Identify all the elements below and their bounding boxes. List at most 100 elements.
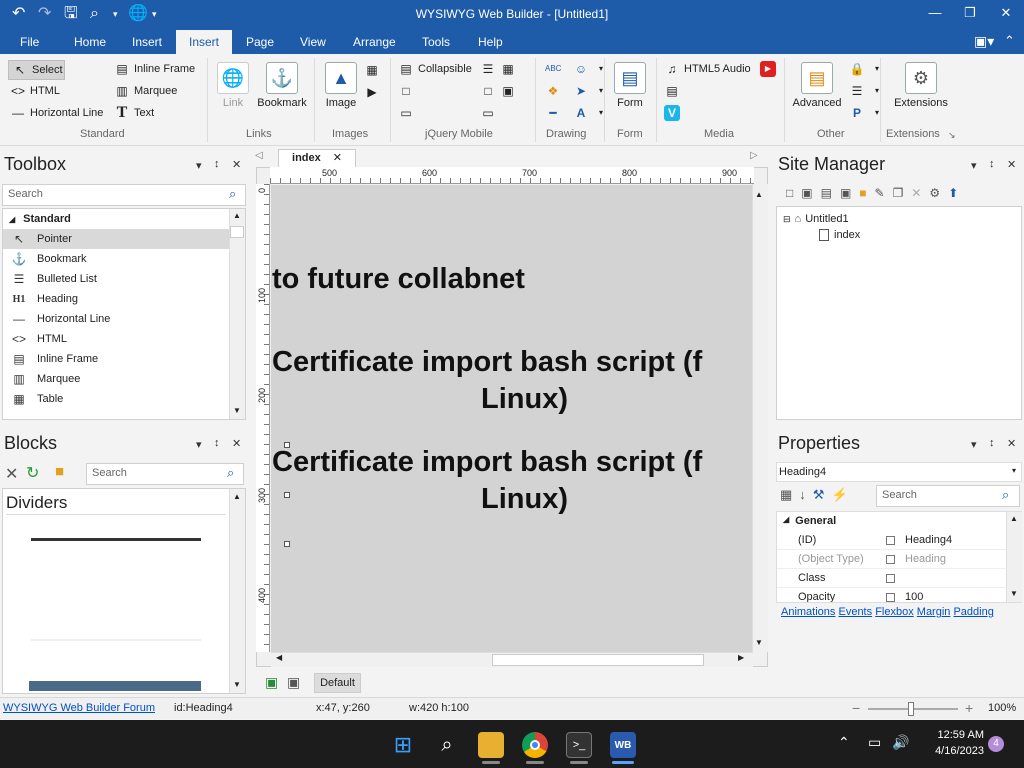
categorized-icon[interactable]: ▦	[780, 487, 799, 502]
collapse-ribbon-icon[interactable]: ⌃	[1004, 33, 1015, 49]
volume-icon[interactable]: 🔊	[892, 734, 909, 751]
divider-preview-bar[interactable]	[29, 681, 201, 691]
document-tab-index[interactable]: index ✕	[278, 149, 356, 167]
form-button[interactable]: ▤ Form	[612, 62, 648, 109]
toolbox-section-standard[interactable]: ◢ Standard	[3, 209, 245, 229]
site-manager-pin-icon[interactable]: ↕	[989, 158, 995, 170]
search-icon[interactable]: ⌕	[434, 732, 460, 758]
properties-search-input[interactable]: Search	[876, 485, 1020, 507]
jquery-panel-button[interactable]: □ ▣	[480, 83, 516, 99]
heading-future-collabnet[interactable]: to future collabnet	[272, 263, 525, 296]
scroll-up-icon[interactable]: ▲	[233, 211, 241, 220]
property-value[interactable]: 100	[905, 591, 923, 602]
toolbox-pin-icon[interactable]: ↕	[214, 158, 220, 170]
toolbox-item[interactable]: <> HTML	[3, 329, 245, 349]
blocks-folder-icon[interactable]: ■	[55, 463, 64, 480]
link-flexbox[interactable]: Flexbox	[875, 606, 914, 618]
tab-view[interactable]: View	[300, 35, 326, 49]
properties-pin-icon[interactable]: ↕	[989, 437, 995, 449]
site-manager-close-icon[interactable]: ✕	[1007, 158, 1016, 171]
image-map-button[interactable]: ▦	[364, 62, 380, 78]
toolbox-item[interactable]: ↖ Pointer	[3, 229, 245, 249]
layout-tab-default[interactable]: Default	[314, 673, 361, 693]
dialog-launcher-icon[interactable]: ↘	[948, 130, 956, 141]
property-row[interactable]: (Object Type) Heading	[777, 550, 1007, 569]
scroll-up-icon[interactable]: ▲	[1010, 514, 1018, 523]
tab-insert[interactable]: Insert	[132, 35, 162, 49]
scroll-down-icon[interactable]: ▼	[233, 680, 241, 689]
toolbox-search-icon[interactable]: ⌕	[229, 186, 236, 202]
toolbox-close-icon[interactable]: ✕	[232, 158, 241, 171]
toolbox-scroll-thumb[interactable]	[230, 226, 244, 238]
divider-preview-text[interactable]	[31, 639, 201, 641]
jquery-listview-button[interactable]: ☰ ▦	[480, 61, 516, 77]
collapsible-button[interactable]: ▤ Collapsible	[398, 61, 471, 77]
tree-page-index[interactable]: index	[819, 229, 860, 241]
wrench-icon[interactable]: ⚒	[813, 487, 832, 502]
link-events[interactable]: Events	[838, 606, 872, 618]
new-child-page-icon[interactable]: ▣	[801, 186, 820, 200]
tray-chevron-up-icon[interactable]: ⌃	[838, 734, 850, 751]
page-canvas[interactable]: to future collabnet Certificate import b…	[271, 185, 753, 652]
youtube-button[interactable]: ▶	[760, 61, 776, 77]
blocks-delete-icon[interactable]: ✕	[5, 464, 18, 484]
toolbox-search-input[interactable]: Search	[2, 184, 246, 206]
divider-preview-line[interactable]	[31, 538, 201, 541]
blocks-refresh-icon[interactable]: ↻	[26, 463, 39, 483]
property-row[interactable]: Opacity 100	[777, 588, 1007, 602]
lightning-icon[interactable]: ⚡	[831, 487, 854, 502]
inline-frame-button[interactable]: ▤ Inline Frame	[114, 61, 195, 77]
video-button[interactable]: ▤	[664, 83, 680, 99]
properties-object-select[interactable]: Heading4 ▾	[776, 462, 1022, 482]
link-padding[interactable]: Padding	[953, 606, 993, 618]
select-button[interactable]: ↖ Select	[8, 60, 65, 80]
jquery-page-button[interactable]: □	[398, 83, 414, 99]
toolbox-scrollbar[interactable]	[229, 209, 245, 419]
preview-page-icon[interactable]: ▣	[840, 186, 859, 200]
scroll-down-icon[interactable]: ▼	[233, 406, 241, 415]
zoom-slider-thumb[interactable]	[908, 702, 914, 716]
duplicate-icon[interactable]: ❐	[893, 186, 912, 200]
property-checkbox-icon[interactable]	[886, 574, 895, 583]
file-explorer-icon[interactable]	[478, 732, 504, 758]
scroll-down-icon[interactable]: ▼	[1010, 589, 1018, 598]
page-properties-icon[interactable]: ▤	[821, 186, 840, 200]
tab-file[interactable]: File	[20, 35, 39, 49]
tab-scroll-left-icon[interactable]: ◁	[255, 150, 263, 161]
blocks-pin-icon[interactable]: ↕	[214, 437, 220, 449]
tab-help[interactable]: Help	[478, 35, 503, 49]
forum-link[interactable]: WYSIWYG Web Builder Forum	[3, 702, 155, 714]
vimeo-button[interactable]: V	[664, 105, 680, 121]
jquery-footer-button[interactable]: ▭	[398, 105, 414, 121]
drawing-text-art-button[interactable]: ABC	[545, 61, 561, 77]
canvas-vscrollbar[interactable]	[752, 184, 768, 652]
tab-close-icon[interactable]: ✕	[333, 152, 342, 164]
property-checkbox-icon[interactable]	[886, 555, 895, 564]
edit-icon[interactable]: ✎	[875, 186, 893, 200]
network-icon[interactable]: ▭	[868, 734, 881, 751]
slideshow-button[interactable]: ▶	[364, 84, 380, 100]
new-page-icon[interactable]: □	[786, 186, 801, 200]
heading4-line1[interactable]: Certificate import bash script (f	[272, 446, 702, 479]
heading4-line2[interactable]: Linux)	[481, 483, 568, 516]
toolbox-item[interactable]: ⚓ Bookmark	[3, 249, 245, 269]
toolbox-item[interactable]: ▦ Table	[3, 389, 245, 409]
notification-badge[interactable]: 4	[988, 736, 1004, 752]
zoom-in-icon[interactable]: +	[965, 700, 973, 716]
link-margin[interactable]: Margin	[917, 606, 951, 618]
tab-home[interactable]: Home	[74, 35, 106, 49]
folder-icon[interactable]: ■	[859, 186, 874, 200]
properties-menu-icon[interactable]: ▾	[971, 438, 977, 451]
marquee-button[interactable]: ▥ Marquee	[114, 83, 177, 99]
toolbox-item[interactable]: ☰ Bulleted List	[3, 269, 245, 289]
selection-handle[interactable]	[284, 541, 290, 547]
tab-page[interactable]: Page	[246, 35, 274, 49]
tab-tools[interactable]: Tools	[422, 35, 450, 49]
toolbox-item[interactable]: H1 Heading	[3, 289, 245, 309]
sort-az-icon[interactable]: ↓	[799, 487, 813, 502]
drawing-line-button[interactable]: ━	[545, 105, 561, 121]
toolbox-menu-icon[interactable]: ▾	[196, 159, 202, 172]
scroll-up-icon[interactable]: ▲	[233, 492, 241, 501]
layout-icon[interactable]: ▣▾	[974, 33, 994, 50]
windows-start-icon[interactable]: ⊞	[390, 732, 416, 758]
